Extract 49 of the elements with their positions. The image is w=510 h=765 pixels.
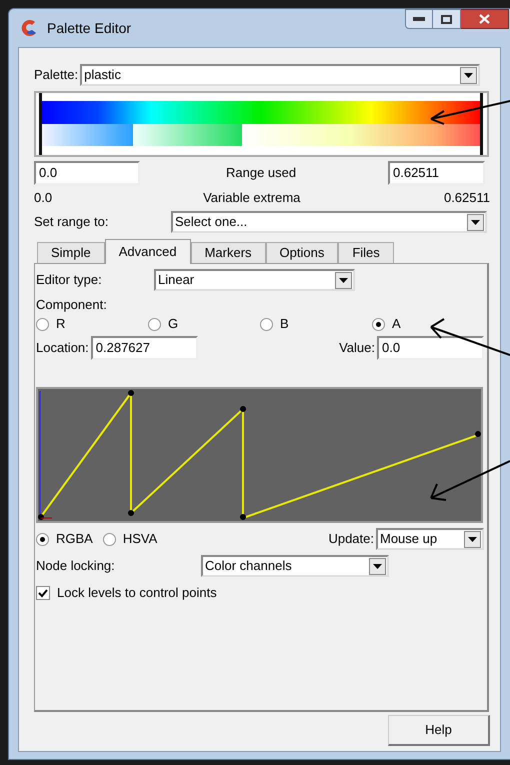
location-field[interactable]: 0.287627 — [90, 336, 198, 360]
tab[interactable]: Advanced — [104, 239, 191, 264]
radio-label: B — [280, 315, 289, 334]
help-button[interactable]: Help — [388, 715, 490, 746]
node-locking-dropdown[interactable]: Color channels — [201, 555, 389, 577]
extrema-label: Variable extrema — [203, 189, 300, 208]
update-dropdown[interactable]: Mouse up — [376, 528, 484, 550]
radio-button[interactable] — [260, 318, 273, 330]
app-logo-icon — [21, 19, 39, 37]
extrema-max: 0.62511 — [444, 189, 490, 208]
minimize-button[interactable] — [405, 9, 433, 29]
maximize-button[interactable] — [433, 9, 461, 29]
radio-label: G — [168, 315, 178, 334]
value-field[interactable]: 0.0 — [377, 336, 484, 360]
minimize-icon — [413, 17, 425, 21]
radio-button[interactable] — [372, 318, 385, 330]
range-max-field[interactable]: 0.62511 — [388, 161, 485, 185]
close-button[interactable] — [461, 9, 509, 29]
palette-label: Palette: — [34, 66, 78, 84]
radio-label: HSVA — [122, 530, 158, 548]
set-range-label: Set range to: — [34, 213, 110, 232]
range-min-field[interactable]: 0.0 — [34, 161, 140, 185]
radio-label: R — [56, 315, 66, 334]
radio-button[interactable] — [36, 532, 49, 546]
component-label: Component: — [36, 296, 108, 313]
update-label: Update: — [328, 530, 374, 548]
extrema-min: 0.0 — [34, 189, 52, 208]
node-locking-label: Node locking: — [36, 557, 116, 576]
maximize-icon — [441, 14, 452, 24]
checkbox[interactable] — [36, 586, 50, 600]
editor-type-label: Editor type: — [36, 271, 103, 290]
radio-button[interactable] — [102, 532, 116, 546]
set-range-dropdown[interactable]: Select one... — [171, 211, 487, 233]
editor-type-dropdown[interactable]: Linear — [154, 269, 355, 291]
tab[interactable]: Markers — [190, 242, 266, 263]
checkbox-label: Lock levels to control points — [57, 584, 217, 602]
palette-dropdown[interactable]: plastic — [80, 64, 480, 86]
value-label: Value: — [339, 339, 375, 358]
radio-button[interactable] — [148, 318, 161, 330]
tab[interactable]: Files — [338, 242, 394, 263]
radio-button[interactable] — [36, 318, 49, 330]
location-label: Location: — [36, 339, 89, 358]
radio-label: RGBA — [56, 530, 93, 548]
close-icon — [479, 14, 490, 24]
tab[interactable]: Simple — [37, 242, 105, 263]
tab[interactable]: Options — [266, 242, 338, 263]
range-label: Range used — [226, 164, 298, 182]
radio-label: A — [392, 315, 401, 334]
window-title: Palette Editor — [47, 18, 132, 38]
